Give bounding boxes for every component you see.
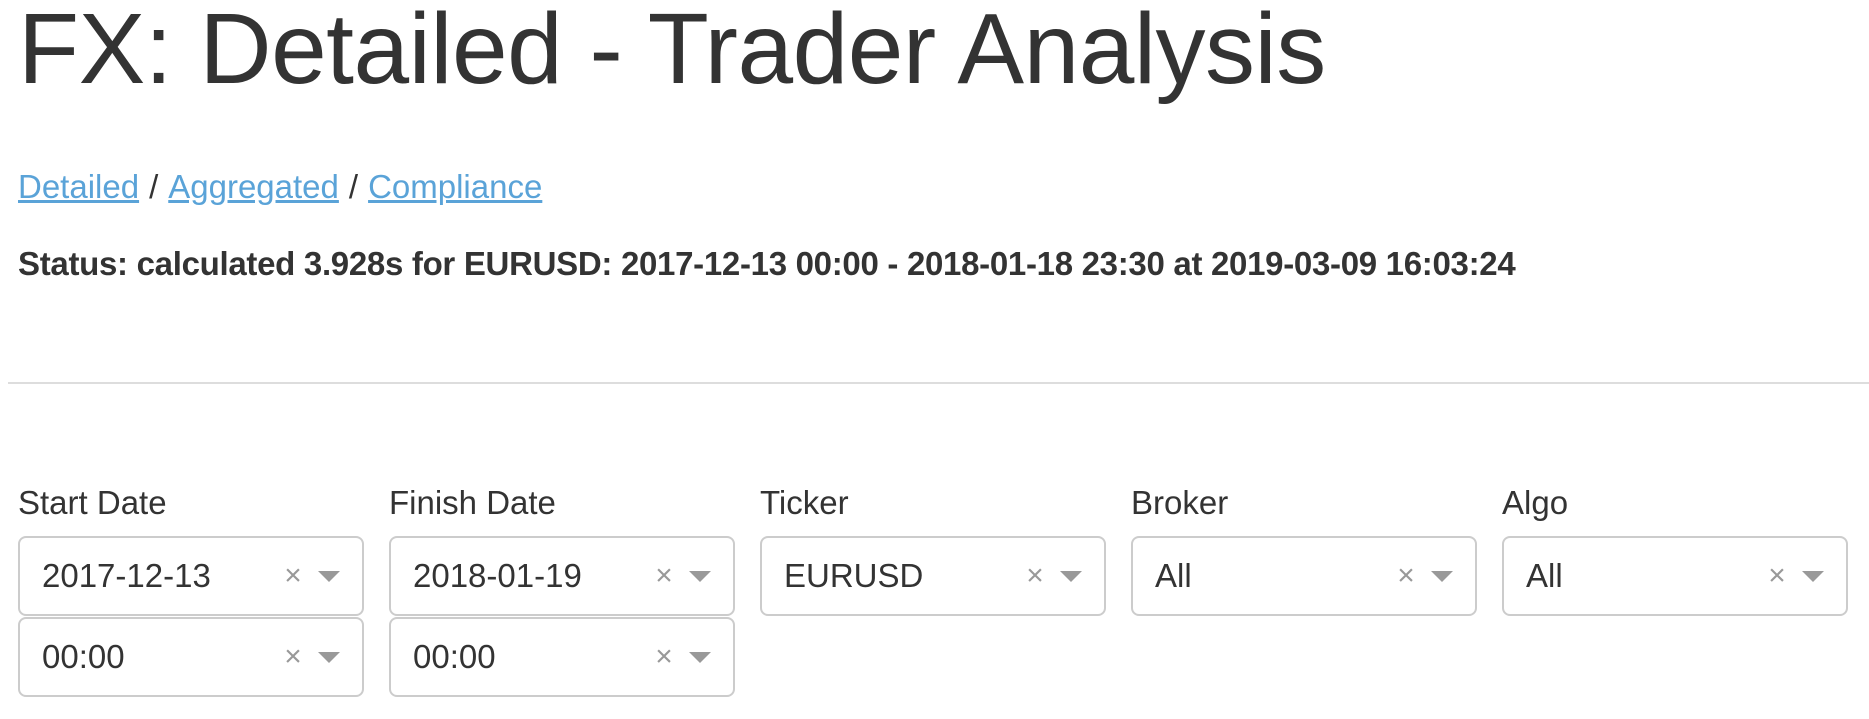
nav-link-aggregated[interactable]: Aggregated [168,168,339,205]
chevron-down-icon[interactable] [1431,570,1453,582]
finish-date-label: Finish Date [389,484,556,521]
ticker-filter: Ticker EURUSD × [760,478,1106,697]
finish-time-value: 00:00 [413,638,496,675]
broker-label: Broker [1131,484,1229,521]
chevron-down-icon[interactable] [318,570,340,582]
close-icon[interactable]: × [647,642,681,672]
close-icon[interactable]: × [1018,561,1052,591]
ticker-value: EURUSD [784,557,924,594]
close-icon[interactable]: × [276,561,310,591]
status-text: Status: calculated 3.928s for EURUSD: 20… [18,245,1516,282]
nav-link-detailed[interactable]: Detailed [18,168,139,205]
nav-link-compliance[interactable]: Compliance [368,168,542,205]
close-icon[interactable]: × [647,561,681,591]
chevron-down-icon[interactable] [1060,570,1082,582]
algo-label: Algo [1502,484,1569,521]
broker-value: All [1155,557,1192,594]
finish-time-select[interactable]: 00:00 × [389,617,735,697]
broker-select[interactable]: All × [1131,536,1477,616]
start-date-filter: Start Date 2017-12-13 × 00:00 × [18,478,364,697]
close-icon[interactable]: × [1389,561,1423,591]
start-date-value: 2017-12-13 [42,557,211,594]
finish-date-value: 2018-01-19 [413,557,582,594]
nav-separator: / [149,168,159,205]
finish-date-select[interactable]: 2018-01-19 × [389,536,735,616]
algo-filter: Algo All × [1502,478,1848,697]
ticker-select[interactable]: EURUSD × [760,536,1106,616]
algo-select[interactable]: All × [1502,536,1848,616]
algo-value: All [1526,557,1563,594]
chevron-down-icon[interactable] [689,651,711,663]
broker-filter: Broker All × [1131,478,1477,697]
finish-date-filter: Finish Date 2018-01-19 × 00:00 × [389,478,735,697]
close-icon[interactable]: × [1760,561,1794,591]
page-title: FX: Detailed - Trader Analysis [18,0,1326,105]
start-date-label: Start Date [18,484,167,521]
breadcrumb: Detailed / Aggregated / Compliance [18,168,542,206]
chevron-down-icon[interactable] [1802,570,1824,582]
start-date-select[interactable]: 2017-12-13 × [18,536,364,616]
start-time-value: 00:00 [42,638,125,675]
start-time-select[interactable]: 00:00 × [18,617,364,697]
close-icon[interactable]: × [276,642,310,672]
filter-bar: Start Date 2017-12-13 × 00:00 × Finish D… [18,478,1848,697]
chevron-down-icon[interactable] [689,570,711,582]
nav-separator: / [348,168,359,205]
chevron-down-icon[interactable] [318,651,340,663]
divider [8,382,1869,384]
ticker-label: Ticker [760,484,849,521]
